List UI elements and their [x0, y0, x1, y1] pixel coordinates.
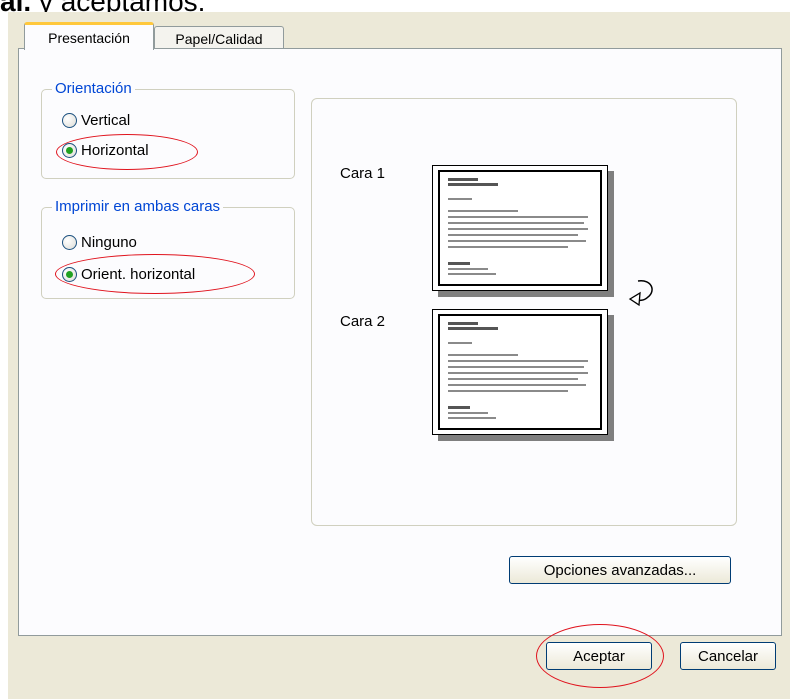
- radio-orient-horizontal-button[interactable]: [62, 267, 77, 282]
- advanced-options-button[interactable]: Opciones avanzadas...: [509, 556, 731, 584]
- print-preferences-dialog: Presentación Papel/Calidad Orientación V…: [8, 12, 790, 699]
- radio-horizontal[interactable]: Horizontal: [62, 142, 149, 159]
- cancel-button[interactable]: Cancelar: [680, 642, 776, 670]
- radio-ninguno[interactable]: Ninguno: [62, 234, 137, 251]
- duplex-group-title: Imprimir en ambas caras: [52, 198, 224, 215]
- page-1-preview: [432, 165, 608, 291]
- radio-horizontal-button[interactable]: [62, 143, 77, 158]
- radio-ninguno-label: Ninguno: [81, 234, 137, 251]
- tab-papel-calidad[interactable]: Papel/Calidad: [154, 26, 284, 50]
- radio-ninguno-button[interactable]: [62, 235, 77, 250]
- cara-2-label: Cara 2: [340, 313, 386, 330]
- accept-button[interactable]: Aceptar: [546, 642, 652, 670]
- tab-presentacion[interactable]: Presentación: [24, 22, 154, 50]
- orientacion-group: Orientación Vertical Horizontal: [41, 80, 295, 179]
- duplex-group: Imprimir en ambas caras Ninguno Orient. …: [41, 198, 295, 299]
- layout-preview: Cara 1 Cara 2: [311, 98, 737, 526]
- tab-panel: Orientación Vertical Horizontal Imprimir…: [18, 48, 782, 636]
- cara-1-label: Cara 1: [340, 165, 386, 182]
- tab-presentacion-label: Presentación: [48, 29, 130, 46]
- radio-horizontal-label: Horizontal: [81, 142, 149, 159]
- radio-orient-horizontal-label: Orient. horizontal: [81, 266, 196, 283]
- tab-papel-calidad-label: Papel/Calidad: [175, 30, 263, 47]
- rotate-arrow-icon: [628, 280, 653, 307]
- page-2-preview: [432, 309, 608, 435]
- radio-vertical-label: Vertical: [81, 112, 131, 129]
- orientacion-group-title: Orientación: [52, 80, 135, 97]
- radio-vertical-button[interactable]: [62, 113, 77, 128]
- radio-vertical[interactable]: Vertical: [62, 112, 130, 129]
- radio-orient-horizontal[interactable]: Orient. horizontal: [62, 266, 195, 283]
